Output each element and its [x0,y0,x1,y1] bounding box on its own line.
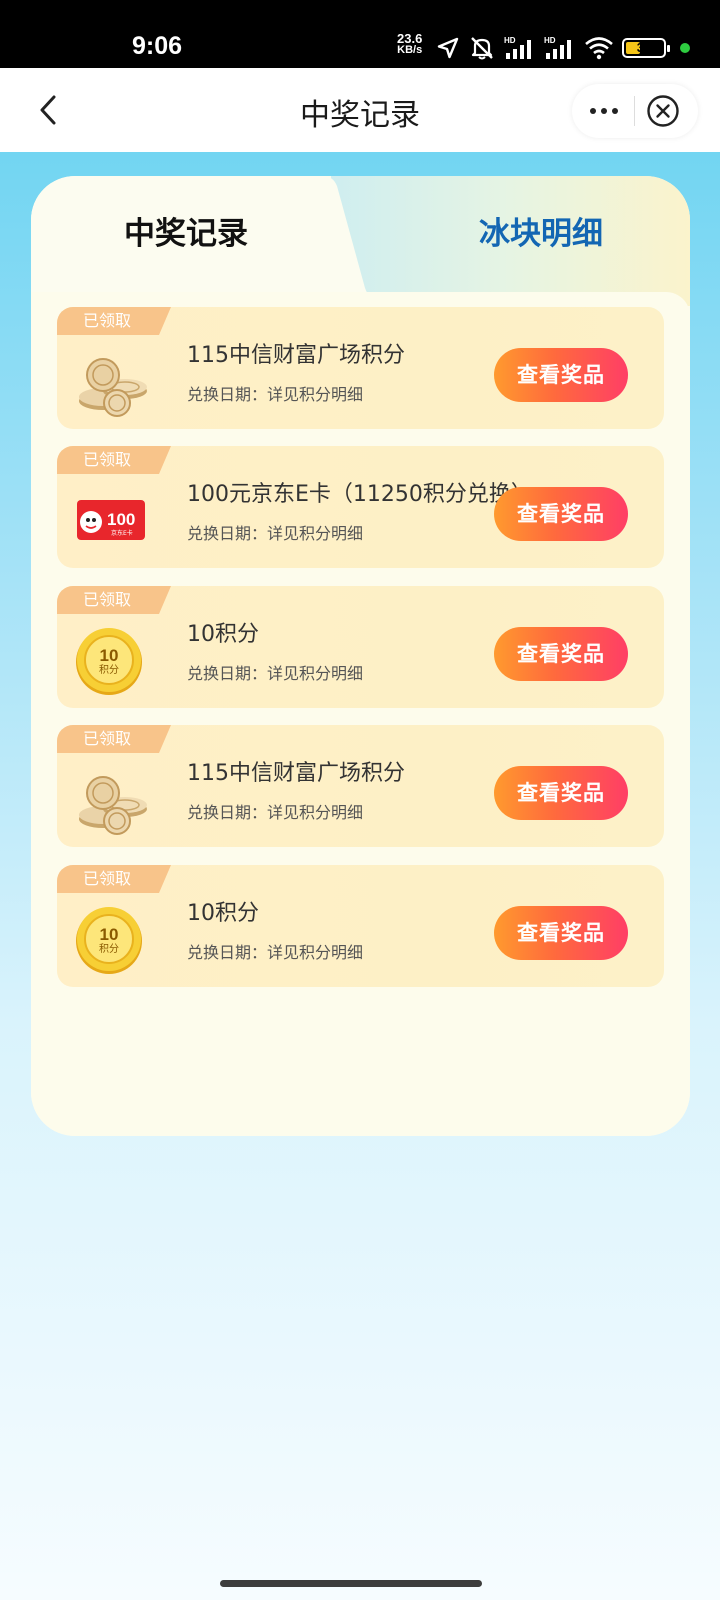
coin-stack-icon [79,776,147,835]
record-item-1: 已领取 115中信财富广场积分 兑换日期：详见积分明细 查看奖品 [57,307,664,429]
view-prize-button[interactable]: 查看奖品 [494,906,628,960]
capsule-divider [634,96,635,126]
redeem-date: 兑换日期：详见积分明细 [187,664,364,683]
record-item-4: 已领取 115中信财富广场积分 兑换日期：详见积分明细 查看奖品 [57,725,664,847]
view-prize-button[interactable]: 查看奖品 [494,348,628,402]
tab-ice-details[interactable]: 冰块明细 [391,208,690,253]
record-item-5: 已领取 10 积分 10积分 兑换日期：详见积分明细 查看奖品 [57,865,664,987]
prize-title: 115中信财富广场积分 [187,761,405,786]
claimed-badge: 已领取 [82,729,131,748]
close-circle-icon [647,95,679,127]
prize-title: 10积分 [187,622,259,647]
record-item-3: 已领取 10 积分 10积分 兑换日期：详见积分明细 查看奖品 [57,586,664,708]
home-indicator[interactable] [220,1580,482,1587]
prize-image [73,341,151,419]
view-prize-button[interactable]: 查看奖品 [494,627,628,681]
coin-value: 10 [100,646,119,665]
more-dot-icon [612,108,618,114]
redeem-date: 兑换日期：详见积分明细 [187,803,364,822]
status-bar: 9:06 23.6 KB/s HD HD 39 [0,0,720,68]
more-button[interactable] [584,92,624,130]
tab-prize-records[interactable]: 中奖记录 [31,208,341,253]
record-item-2: 已领取 100 京东E卡 100元京东E卡（11250积分兑换） 兑换日期：详见积… [57,446,664,568]
prize-title: 100元京东E卡（11250积分兑换） [187,482,533,507]
nav-bar: 中奖记录 [0,68,720,152]
coin-unit: 积分 [99,943,119,955]
redeem-date: 兑换日期：详见积分明细 [187,524,364,543]
close-button[interactable] [646,94,680,128]
wifi-icon [585,37,613,60]
jd-ecard-icon: 100京东E卡 [77,500,145,540]
gold-points-coin-icon: 10积分 [76,907,142,974]
coin-unit: 积分 [99,664,119,676]
coin-value: 10 [100,925,119,944]
claimed-badge: 已领取 [82,869,131,888]
jd-ecard-label: 京东E卡 [111,529,133,537]
location-icon [437,37,459,59]
battery-icon: 39 [622,38,670,58]
battery-level: 39 [636,40,652,55]
gold-points-coin-icon: 10积分 [76,628,142,695]
signal-hd-icon-2: HD [544,36,571,59]
prize-image: 10 积分 [73,899,151,977]
redeem-date: 兑换日期：详见积分明细 [187,943,364,962]
redeem-date: 兑换日期：详见积分明细 [187,385,364,404]
status-icons: HD HD 39 [436,34,690,62]
prize-image: 100 京东E卡 [73,480,151,558]
coin-stack-icon [79,358,147,417]
privacy-indicator-dot [680,43,690,53]
more-dot-icon [601,108,607,114]
svg-text:HD: HD [544,36,556,45]
prize-image [73,759,151,837]
claimed-badge: 已领取 [82,590,131,609]
status-time: 9:06 [132,32,183,60]
more-dot-icon [590,108,596,114]
prize-image: 10 积分 [73,620,151,698]
mini-program-capsule [572,84,698,138]
prize-title: 10积分 [187,901,259,926]
mute-bell-icon [471,37,493,60]
claimed-badge: 已领取 [82,311,131,330]
signal-hd-icon: HD [504,36,531,59]
jd-ecard-amount: 100 [107,510,135,529]
network-speed: 23.6 KB/s [397,32,422,56]
prize-title: 115中信财富广场积分 [187,343,405,368]
network-speed-unit: KB/s [397,44,423,56]
view-prize-button[interactable]: 查看奖品 [494,766,628,820]
view-prize-button[interactable]: 查看奖品 [494,487,628,541]
claimed-badge: 已领取 [82,450,131,469]
svg-text:HD: HD [504,36,516,45]
